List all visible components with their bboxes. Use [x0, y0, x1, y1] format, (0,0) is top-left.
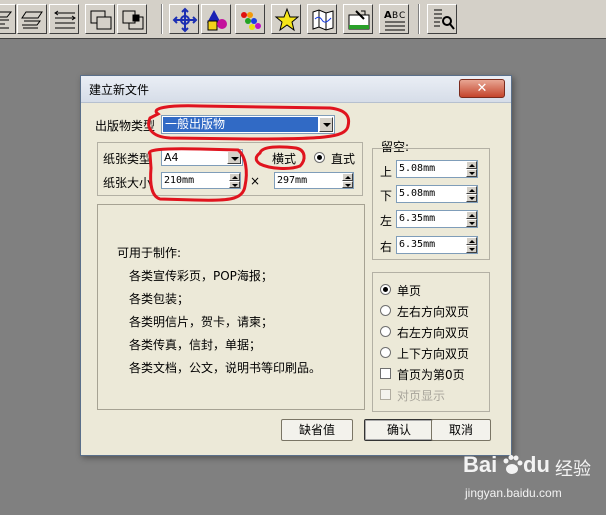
- chevron-down-icon[interactable]: [227, 151, 241, 164]
- margin-top-label: 上: [380, 165, 393, 179]
- publication-type-value: 一般出版物: [163, 117, 318, 132]
- map-icon[interactable]: [307, 4, 337, 34]
- margin-left-input[interactable]: 6.35mm: [396, 210, 478, 228]
- first-page-zero-checkbox[interactable]: [380, 368, 391, 379]
- svg-text:A: A: [384, 10, 392, 21]
- margin-left-label: 左: [380, 214, 393, 228]
- close-icon: ✕: [476, 81, 488, 96]
- facing-display-label: 对页显示: [397, 389, 446, 403]
- cancel-button[interactable]: 取消: [431, 419, 491, 441]
- paper-width-input[interactable]: 210mm: [161, 172, 241, 189]
- defaults-button[interactable]: 缺省值: [281, 419, 353, 441]
- dialog-titlebar[interactable]: 建立新文件 ✕: [81, 76, 511, 103]
- description-line: 各类文档，公文，说明书等印刷品。: [129, 361, 322, 375]
- ok-button[interactable]: 确认: [364, 419, 434, 441]
- text-flow-icon[interactable]: [49, 4, 79, 34]
- text-table-icon[interactable]: ABC: [379, 4, 409, 34]
- move-crosshair-icon[interactable]: [169, 4, 199, 34]
- color-palette-icon[interactable]: [235, 4, 265, 34]
- margin-right-spinner[interactable]: [466, 237, 477, 253]
- margin-right-label: 右: [380, 240, 393, 254]
- margin-bottom-input[interactable]: 5.08mm: [396, 185, 478, 203]
- rl-double-radio[interactable]: [380, 326, 391, 337]
- svg-text:C: C: [399, 11, 405, 21]
- image-edit-icon[interactable]: [343, 4, 373, 34]
- margin-bottom-spinner[interactable]: [466, 186, 477, 202]
- baidu-jingyan-watermark: Bai du 经验 jingyan.baidu.com: [455, 448, 605, 513]
- portrait-label: 直式: [331, 152, 356, 166]
- margin-right-value: 6.35mm: [399, 239, 436, 250]
- chevron-down-icon[interactable]: [319, 117, 333, 132]
- close-button[interactable]: ✕: [459, 79, 505, 98]
- margin-left-value: 6.35mm: [399, 213, 436, 224]
- description-line: 各类明信片，贺卡，请柬；: [129, 315, 274, 329]
- margin-top-input[interactable]: 5.08mm: [396, 160, 478, 178]
- margin-right-input[interactable]: 6.35mm: [396, 236, 478, 254]
- lr-double-radio[interactable]: [380, 305, 391, 316]
- publication-type-label: 出版物类型: [95, 119, 156, 133]
- description-line: 各类宣传彩页，POP海报；: [129, 269, 273, 283]
- paper-height-input[interactable]: 297mm: [274, 172, 354, 189]
- single-page-label: 单页: [397, 284, 422, 298]
- star-icon[interactable]: [271, 4, 301, 34]
- watermark-brand-du: du: [523, 452, 550, 477]
- paper-height-spinner[interactable]: [342, 173, 353, 188]
- margin-bottom-label: 下: [380, 189, 393, 203]
- rl-double-label: 右左方向双页: [397, 326, 470, 340]
- single-page-radio[interactable]: [380, 284, 391, 295]
- margin-top-spinner[interactable]: [466, 161, 477, 177]
- layers-back-icon[interactable]: [85, 4, 115, 34]
- facing-display-checkbox: [380, 389, 391, 400]
- paper-width-value: 210mm: [164, 175, 195, 186]
- times-sign: ×: [250, 174, 261, 188]
- shapes-icon[interactable]: [201, 4, 231, 34]
- paper-type-value: A4: [164, 151, 179, 164]
- main-toolbar: ABC: [0, 0, 606, 39]
- svg-text:B: B: [392, 11, 398, 21]
- zoom-page-icon[interactable]: [427, 4, 457, 34]
- paw-logo-icon: [503, 455, 523, 474]
- dialog-title: 建立新文件: [89, 83, 150, 97]
- watermark-url: jingyan.baidu.com: [465, 486, 562, 500]
- description-panel: [97, 204, 365, 410]
- ud-double-radio[interactable]: [380, 347, 391, 358]
- layers-front-icon[interactable]: [117, 4, 147, 34]
- portrait-radio[interactable]: [314, 152, 325, 163]
- lr-double-label: 左右方向双页: [397, 305, 470, 319]
- ud-double-label: 上下方向双页: [397, 347, 470, 361]
- landscape-option[interactable]: 横式: [272, 150, 296, 167]
- paper-height-value: 297mm: [277, 175, 308, 186]
- align-left-text-icon[interactable]: [0, 4, 16, 34]
- first-page-zero-label: 首页为第0页: [397, 368, 465, 382]
- publication-type-select[interactable]: 一般出版物: [161, 115, 335, 134]
- watermark-suffix: 经验: [555, 459, 591, 479]
- description-line: 各类包装；: [129, 292, 190, 306]
- margin-top-value: 5.08mm: [399, 163, 436, 174]
- description-heading: 可用于制作:: [117, 246, 182, 260]
- new-file-dialog: 建立新文件 ✕ 出版物类型 一般出版物 纸张类型 A4 横式 直式 纸张大小 2…: [80, 75, 512, 456]
- margin-left-spinner[interactable]: [466, 211, 477, 227]
- align-justify-text-icon[interactable]: [17, 4, 47, 34]
- paper-type-select[interactable]: A4: [161, 149, 243, 166]
- paper-width-spinner[interactable]: [229, 173, 240, 188]
- paper-type-label: 纸张类型: [103, 152, 152, 166]
- paper-size-label: 纸张大小: [103, 176, 152, 190]
- margin-bottom-value: 5.08mm: [399, 188, 436, 199]
- description-line: 各类传真，信封，单据；: [129, 338, 262, 352]
